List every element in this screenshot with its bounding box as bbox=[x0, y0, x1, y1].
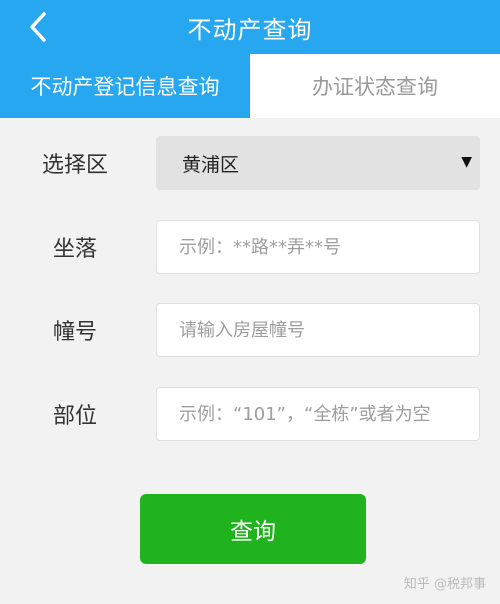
unit-input[interactable] bbox=[156, 387, 480, 441]
tab-registration-info[interactable]: 不动产登记信息查询 bbox=[0, 54, 250, 118]
app-header: 不动产查询 bbox=[0, 0, 500, 54]
district-label: 选择区 bbox=[41, 153, 108, 178]
district-select[interactable]: 黄浦区 ▼ bbox=[156, 136, 480, 190]
search-button[interactable]: 查询 bbox=[140, 494, 366, 564]
address-input[interactable] bbox=[156, 220, 480, 274]
watermark: 知乎 @税邦事 bbox=[403, 577, 486, 592]
district-selected-value: 黄浦区 bbox=[182, 153, 240, 176]
page-title: 不动产查询 bbox=[187, 15, 313, 44]
building-row: 幢号 bbox=[0, 303, 500, 357]
dropdown-arrow-icon: ▼ bbox=[461, 154, 472, 170]
back-button[interactable] bbox=[18, 7, 58, 47]
tab-certificate-status[interactable]: 办证状态查询 bbox=[250, 54, 500, 118]
address-row: 坐落 bbox=[0, 220, 500, 274]
building-number-input[interactable] bbox=[156, 303, 480, 357]
address-label: 坐落 bbox=[52, 237, 97, 262]
district-row: 选择区 黄浦区 ▼ bbox=[0, 136, 500, 190]
building-label: 幢号 bbox=[52, 320, 97, 345]
unit-row: 部位 bbox=[0, 387, 500, 441]
unit-label: 部位 bbox=[52, 404, 97, 429]
chevron-left-icon bbox=[30, 12, 46, 42]
tab-bar: 不动产登记信息查询 办证状态查询 bbox=[0, 54, 500, 118]
